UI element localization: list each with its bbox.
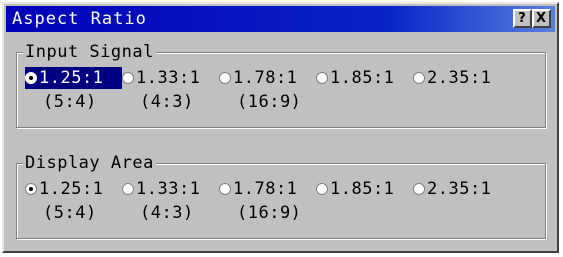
radio-icon[interactable] [219,72,231,84]
radio-icon[interactable] [25,72,37,84]
input-signal-option-1-85[interactable]: 1.85:1 [316,67,413,113]
option-ratio: (16:9) [237,203,302,223]
aspect-ratio-dialog: Aspect Ratio ? X Input Signal 1.25:1 (5:… [2,2,559,253]
option-label: 1.33:1 [136,179,201,199]
option-label: 1.25:1 [39,179,104,199]
display-area-label: Display Area [23,152,156,174]
display-area-option-1-78[interactable]: 1.78:1 (16:9) [219,178,316,224]
input-signal-label: Input Signal [23,41,156,63]
input-signal-option-1-33[interactable]: 1.33:1 (4:3) [122,67,219,113]
option-label: 1.25:1 [39,68,104,88]
option-ratio: (5:4) [43,92,97,112]
option-label: 1.85:1 [330,68,395,88]
display-area-options: 1.25:1 (5:4) 1.33:1 (4:3) 1.78:1 (16:9) [25,178,510,224]
close-button[interactable]: X [532,9,551,28]
title-bar-buttons: ? X [513,9,551,28]
radio-icon[interactable] [413,72,425,84]
help-button[interactable]: ? [513,9,532,28]
input-signal-option-1-78[interactable]: 1.78:1 (16:9) [219,67,316,113]
option-label: 1.78:1 [233,68,298,88]
display-area-group: Display Area 1.25:1 (5:4) 1.33:1 (4:3) 1… [16,152,546,239]
display-area-option-1-25[interactable]: 1.25:1 (5:4) [25,178,122,224]
title-bar: Aspect Ratio ? X [6,6,555,32]
radio-icon[interactable] [25,183,37,195]
display-area-option-1-85[interactable]: 1.85:1 [316,178,413,224]
option-label: 1.78:1 [233,179,298,199]
option-label: 2.35:1 [427,68,492,88]
input-signal-option-2-35[interactable]: 2.35:1 [413,67,510,113]
radio-icon[interactable] [122,72,134,84]
input-signal-group: Input Signal 1.25:1 (5:4) 1.33:1 (4:3) 1… [16,41,546,128]
option-ratio: (5:4) [43,203,97,223]
option-label: 2.35:1 [427,179,492,199]
radio-icon[interactable] [413,183,425,195]
radio-icon[interactable] [316,183,328,195]
option-label: 1.33:1 [136,68,201,88]
radio-icon[interactable] [316,72,328,84]
window-title: Aspect Ratio [12,9,147,29]
option-ratio: (16:9) [237,92,302,112]
input-signal-options: 1.25:1 (5:4) 1.33:1 (4:3) 1.78:1 (16:9) [25,67,510,113]
option-ratio: (4:3) [140,203,194,223]
radio-icon[interactable] [122,183,134,195]
option-label: 1.85:1 [330,179,395,199]
radio-icon[interactable] [219,183,231,195]
display-area-option-1-33[interactable]: 1.33:1 (4:3) [122,178,219,224]
option-ratio: (4:3) [140,92,194,112]
display-area-option-2-35[interactable]: 2.35:1 [413,178,510,224]
input-signal-option-1-25[interactable]: 1.25:1 (5:4) [25,67,122,113]
